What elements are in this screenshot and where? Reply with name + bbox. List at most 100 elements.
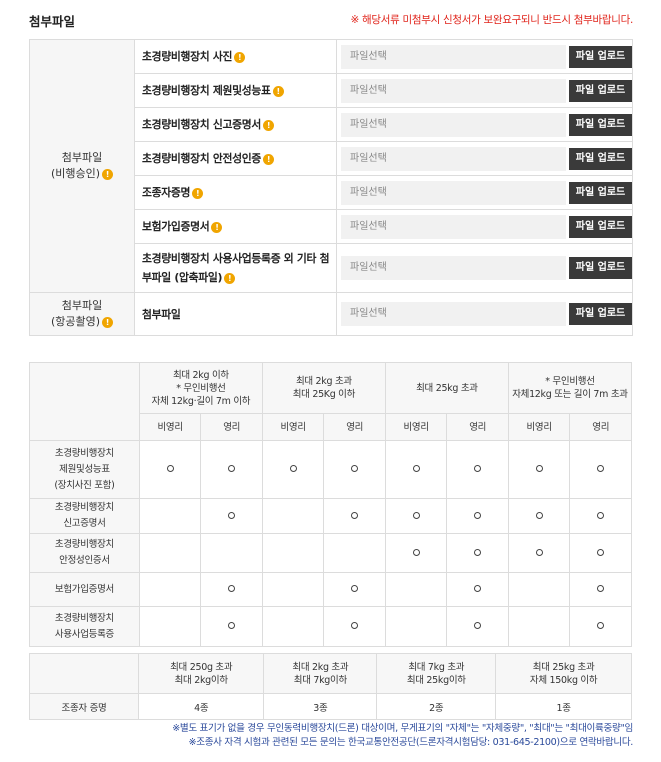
info-icon[interactable]: !	[263, 153, 275, 165]
file-select-field[interactable]: 파일선택	[341, 214, 566, 239]
matrix-row-label-line3: (장치사진 포함)	[54, 479, 115, 491]
group-label-flight-approval: 첨부파일 (비행승인)!	[29, 39, 135, 293]
matrix-subheader: 비영리	[507, 413, 571, 441]
file-upload-button[interactable]: 파일 업로드	[569, 147, 632, 170]
matrix-cell	[569, 498, 632, 534]
attachment-row: 첨부파일 (항공촬영)! 첨부파일 파일선택 파일 업로드	[29, 292, 633, 336]
matrix-subheader: 비영리	[138, 413, 202, 441]
required-circle-icon	[474, 622, 482, 629]
info-icon[interactable]: !	[234, 51, 246, 63]
matrix-cell	[323, 498, 386, 534]
matrix-header-0-line1: 최대 2kg 이하	[172, 369, 229, 381]
matrix-subheader: 영리	[323, 413, 386, 441]
file-select-field[interactable]: 파일선택	[341, 78, 566, 103]
required-circle-icon	[535, 511, 543, 519]
file-upload-button[interactable]: 파일 업로드	[569, 79, 632, 102]
group-label-sub: (비행승인)!	[30, 166, 134, 182]
info-icon[interactable]: !	[263, 119, 275, 131]
required-circle-icon	[228, 511, 236, 519]
matrix-cell	[261, 533, 325, 573]
file-select-field[interactable]: 파일선택	[341, 112, 566, 137]
info-icon[interactable]: !	[102, 168, 114, 180]
file-control: 파일선택 파일 업로드	[337, 256, 632, 280]
info-icon[interactable]: !	[211, 221, 223, 233]
attachment-name-cell: 초경량비행장치 제원및성능표!	[134, 73, 337, 108]
required-circle-icon	[228, 585, 236, 592]
matrix-cell	[200, 572, 263, 607]
required-circle-icon	[597, 548, 605, 556]
required-circle-icon	[228, 465, 236, 472]
attachment-name: 초경량비행장치 제원및성능표	[142, 84, 271, 97]
file-upload-button[interactable]: 파일 업로드	[569, 181, 632, 204]
attachment-name-cell: 초경량비행장치 안전성인증!	[134, 141, 337, 176]
matrix-row-label-line2: 안정성인증서	[59, 555, 110, 566]
required-circle-icon	[597, 585, 605, 592]
matrix-row-label: 초경량비행장치 사용사업등록증	[29, 606, 140, 647]
file-upload-button[interactable]: 파일 업로드	[569, 257, 632, 279]
info-icon[interactable]: !	[224, 272, 236, 284]
attachment-control-cell: 파일선택 파일 업로드	[336, 39, 633, 74]
matrix-cell	[200, 498, 263, 534]
required-circle-icon	[351, 511, 359, 519]
pilot-certificate-table: 최대 250g 초과 최대 2kg이하 최대 2kg 초과 최대 7kg이하 최대 …	[29, 653, 632, 720]
matrix-subheader: 영리	[200, 413, 263, 441]
matrix-row: 초경량비행장치 제원및성능표 (장치사진 포함)	[29, 440, 632, 499]
pilot-header-3-line1: 최대 25kg 초과	[532, 661, 595, 673]
file-select-field[interactable]: 파일선택	[341, 146, 566, 171]
matrix-cell	[507, 606, 571, 647]
required-circle-icon	[228, 622, 236, 629]
required-circle-icon	[166, 465, 174, 472]
matrix-subheader: 비영리	[384, 413, 448, 441]
matrix-row-label-line2: 신고증명서	[63, 518, 106, 529]
attachment-control-cell: 파일선택 파일 업로드	[336, 209, 633, 244]
file-upload-button[interactable]: 파일 업로드	[569, 45, 632, 68]
matrix-cell	[323, 533, 386, 573]
matrix-cell	[446, 440, 509, 499]
pilot-header-1: 최대 2kg 초과 최대 7kg이하	[263, 653, 378, 694]
matrix-cell	[261, 498, 325, 534]
pilot-value: 1종	[495, 693, 632, 720]
pilot-header-0: 최대 250g 초과 최대 2kg이하	[137, 653, 265, 694]
group-label-sub-text: (비행승인)	[50, 167, 101, 180]
footnotes: ※별도 표기가 없을 경우 무인동력비행장치(드론) 대상이며, 무게표기의 "…	[29, 722, 633, 750]
info-icon[interactable]: !	[102, 316, 114, 328]
required-circle-icon	[351, 622, 359, 629]
matrix-row-label: 초경량비행장치 제원및성능표 (장치사진 포함)	[29, 440, 140, 499]
required-circle-icon	[597, 465, 605, 472]
file-select-field[interactable]: 파일선택	[341, 180, 566, 205]
attachment-name: 초경량비행장치 안전성인증	[142, 152, 262, 165]
attachment-name-cell: 보험가입증명서!	[134, 209, 337, 244]
file-control: 파일선택 파일 업로드	[337, 112, 632, 137]
file-select-field[interactable]: 파일선택	[341, 44, 566, 69]
file-upload-button[interactable]: 파일 업로드	[569, 113, 632, 136]
file-select-field[interactable]: 파일선택	[341, 302, 566, 326]
matrix-cell	[384, 498, 448, 534]
attachment-name: 초경량비행장치 사용사업등록증 외 기타 첨	[142, 252, 330, 265]
matrix-row-label-line1: 초경량비행장치	[54, 502, 114, 513]
file-upload-button[interactable]: 파일 업로드	[569, 303, 632, 325]
pilot-corner-cell	[29, 653, 139, 694]
group-label-title: 첨부파일	[61, 299, 103, 312]
required-circle-icon	[351, 585, 359, 592]
required-circle-icon	[289, 465, 297, 472]
matrix-cell	[569, 440, 632, 499]
matrix-header-1-line2: 최대 25Kg 이하	[292, 389, 356, 400]
group-label-aerial-photo: 첨부파일 (항공촬영)!	[29, 292, 135, 336]
matrix-cell	[384, 572, 448, 607]
attachment-name: 보험가입증명서	[142, 220, 210, 233]
group-label-title: 첨부파일	[61, 151, 103, 164]
matrix-row-label: 초경량비행장치 안정성인증서	[29, 533, 140, 573]
matrix-cell	[446, 533, 509, 573]
pilot-row-label: 조종자 증명	[29, 693, 139, 720]
info-icon[interactable]: !	[272, 85, 284, 97]
file-select-field[interactable]: 파일선택	[341, 256, 566, 280]
matrix-row-label-line1: 초경량비행장치	[54, 447, 114, 459]
pilot-header-3: 최대 25kg 초과 자체 150kg 이하	[495, 653, 632, 694]
file-upload-button[interactable]: 파일 업로드	[569, 215, 632, 238]
required-circle-icon	[412, 548, 420, 556]
attachment-name: 초경량비행장치 신고증명서	[142, 118, 262, 131]
attachment-name-cell: 초경량비행장치 신고증명서!	[134, 107, 337, 142]
pilot-header-0-line1: 최대 250g 초과	[170, 661, 233, 673]
info-icon[interactable]: !	[192, 187, 204, 199]
attachment-control-cell: 파일선택 파일 업로드	[336, 292, 633, 336]
